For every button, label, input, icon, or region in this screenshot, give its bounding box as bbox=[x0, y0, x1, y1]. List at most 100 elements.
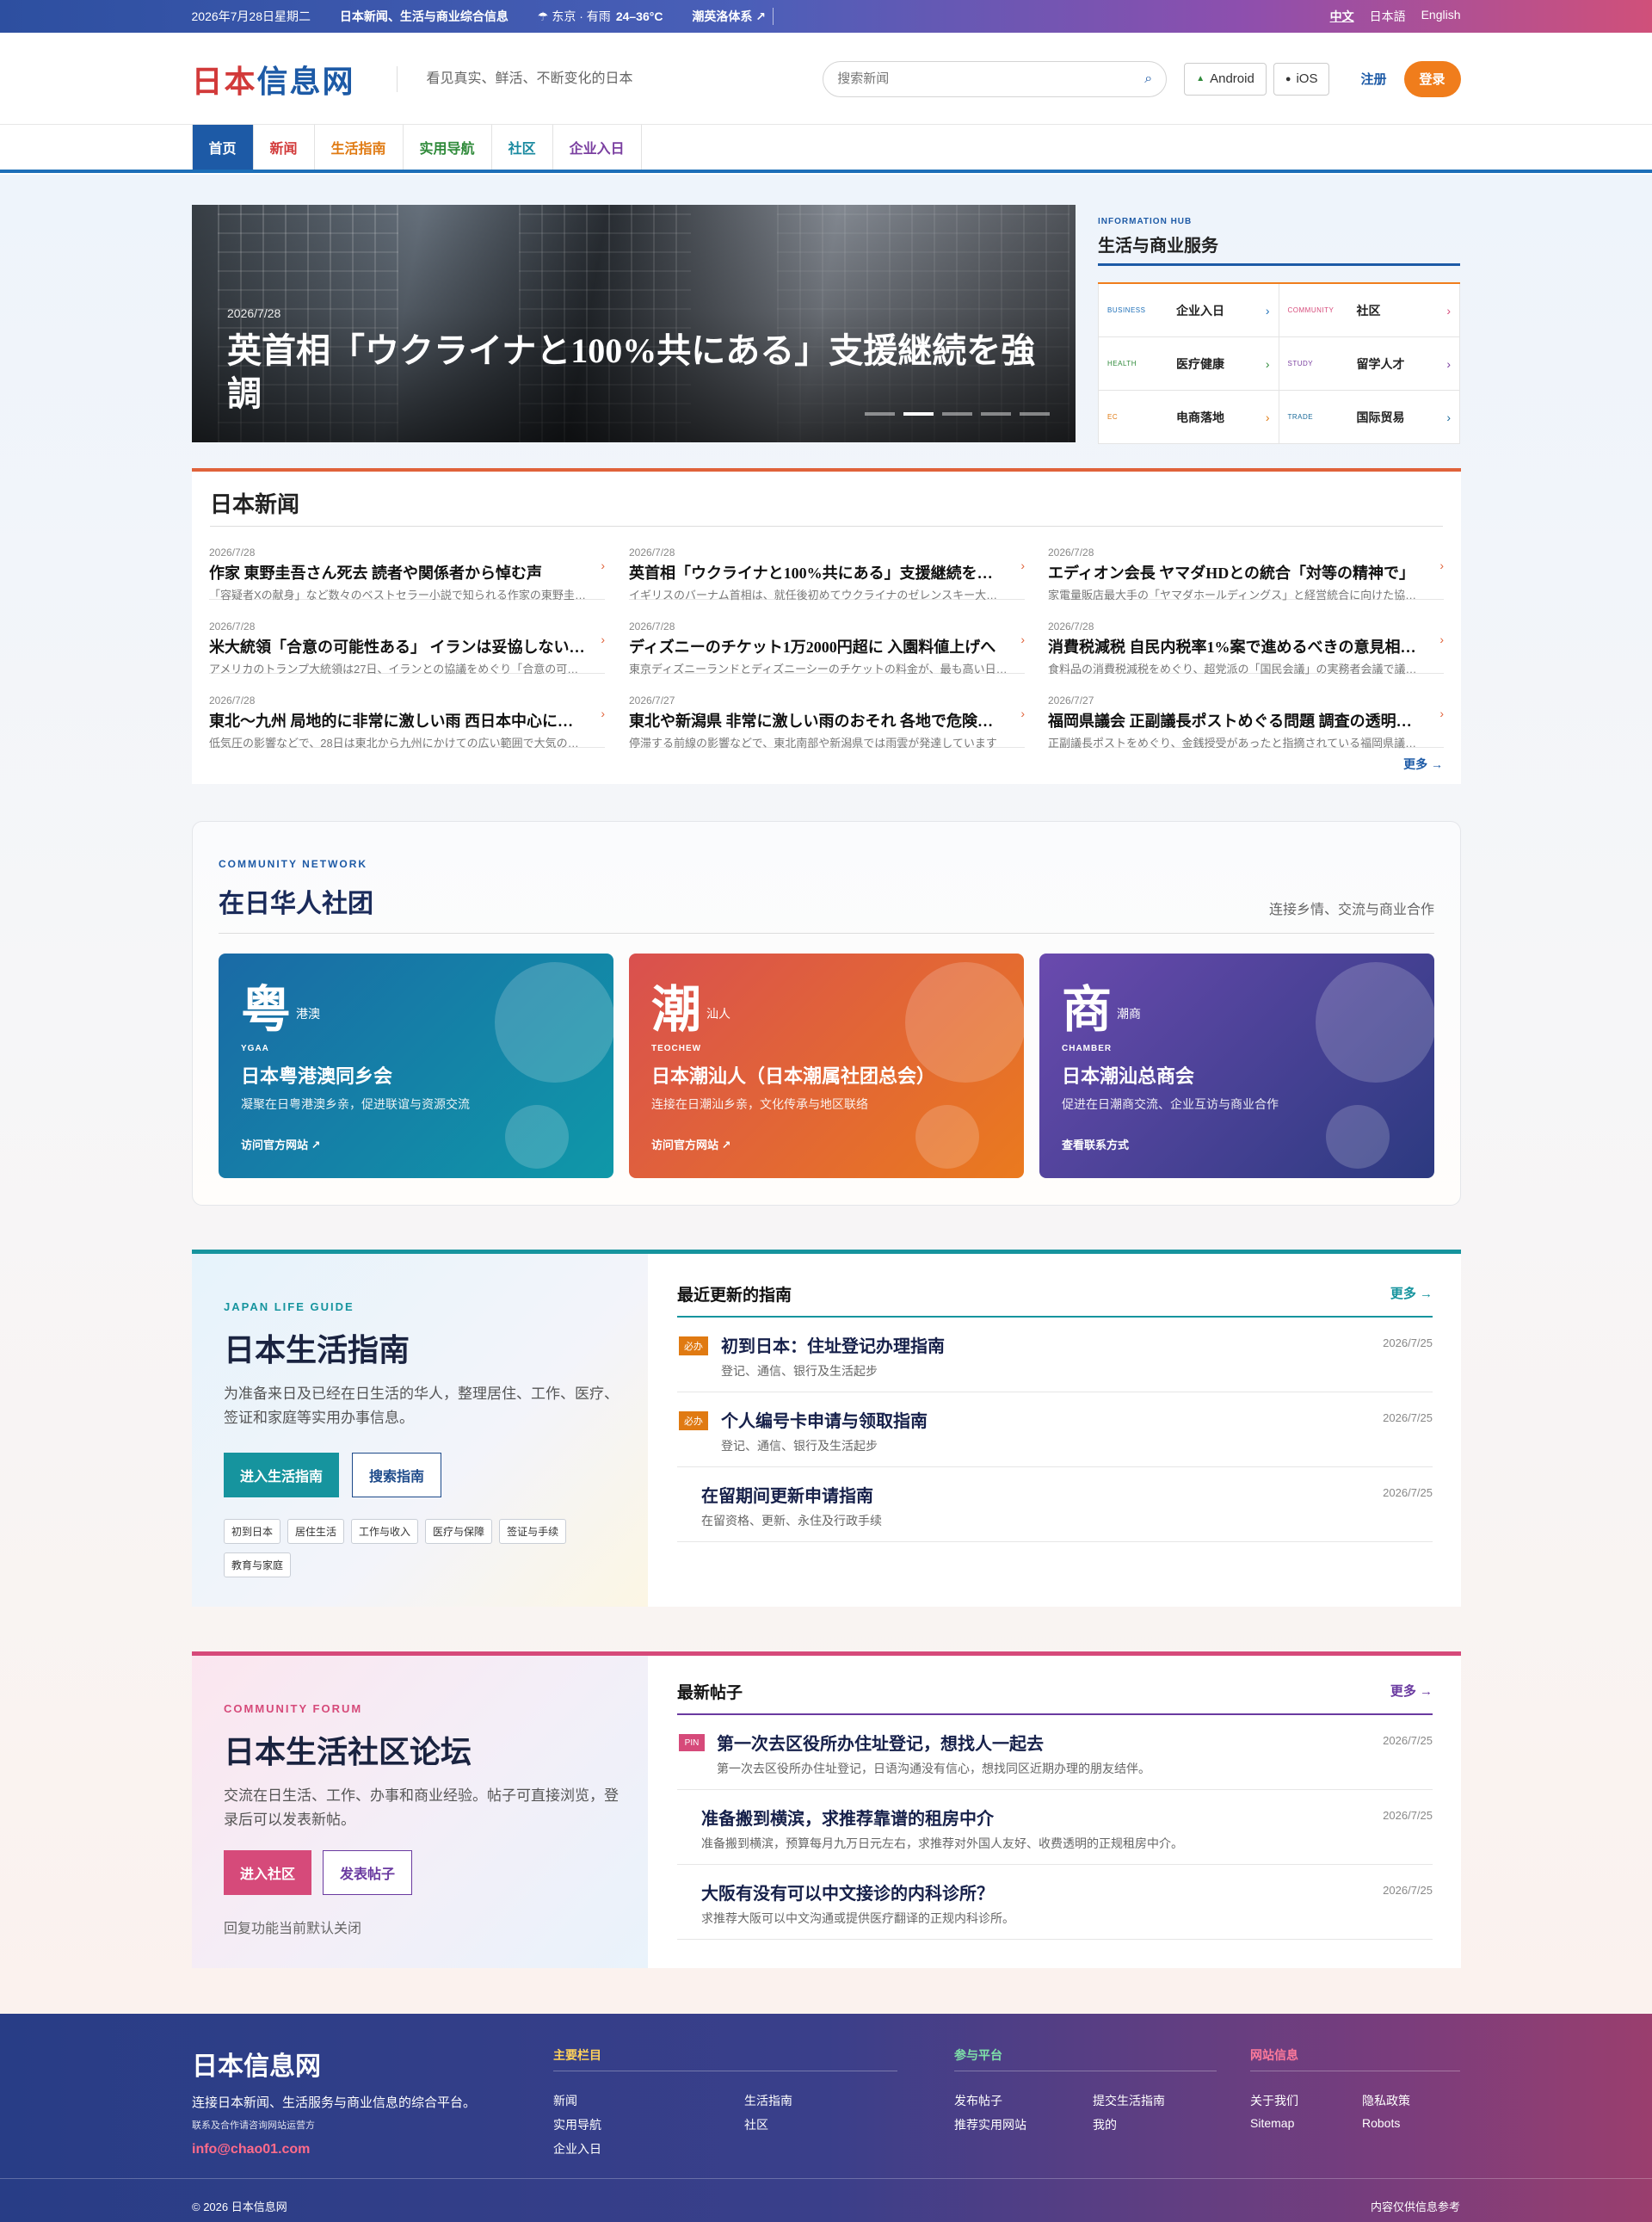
nav-tab-life-guide[interactable]: 生活指南 bbox=[315, 125, 404, 170]
nav-tab-navigation[interactable]: 实用导航 bbox=[404, 125, 492, 170]
nav-tab-business[interactable]: 企业入日 bbox=[553, 125, 642, 170]
forum-kicker: COMMUNITY FORUM bbox=[224, 1702, 363, 1715]
footer-link[interactable]: 我的 bbox=[1093, 2116, 1117, 2133]
carousel-dot[interactable] bbox=[1020, 412, 1050, 416]
search-box: ⌕ bbox=[823, 60, 1168, 97]
site-logo[interactable]: 日本信息网 bbox=[192, 57, 355, 102]
hero-title[interactable]: 英首相「ウクライナと100%共にある」支援継続を強調 bbox=[227, 330, 1045, 416]
lang-zh[interactable]: 中文 bbox=[1330, 8, 1354, 25]
hero-carousel[interactable]: 2026/7/28 英首相「ウクライナと100%共にある」支援継続を強調 bbox=[192, 205, 1076, 442]
footer-link[interactable]: Robots bbox=[1362, 2116, 1400, 2130]
news-item[interactable]: 2026/7/28 ディズニーのチケット1万2000円超に 入園料値上げへ 東京ディ… bbox=[629, 612, 1025, 676]
reply-status-note: 回复功能当前默认关闭 bbox=[224, 1922, 362, 1936]
chip-housing[interactable]: 居住生活 bbox=[287, 1519, 345, 1544]
search-input[interactable] bbox=[837, 71, 1145, 86]
footer-link[interactable]: 关于我们 bbox=[1250, 2092, 1298, 2109]
search-icon[interactable]: ⌕ bbox=[1144, 71, 1152, 87]
forum-more-link[interactable]: 更多 → bbox=[1390, 1682, 1433, 1700]
copyright: © 2026 日本信息网 bbox=[192, 2200, 287, 2213]
guide-row[interactable]: 必办 个人编号卡申请与领取指南 登记、通信、银行及生活起步 2026/7/25 bbox=[677, 1392, 1433, 1467]
news-item[interactable]: 2026/7/28 エディオン会長 ヤマダHDとの統合「対等の精神で」 家電量販店最… bbox=[1048, 538, 1444, 602]
forum-post-row[interactable]: 大阪有没有可以中文接诊的内科诊所？ 求推荐大阪可以中文沟通或提供医疗翻译的正规内… bbox=[677, 1865, 1433, 1940]
enter-community-button[interactable]: 进入社区 bbox=[224, 1850, 312, 1895]
chevron-right-icon: › bbox=[1265, 410, 1270, 424]
community-network-title: 在日华人社团 bbox=[219, 890, 373, 918]
apple-icon: ● bbox=[1285, 73, 1291, 84]
service-ec[interactable]: EC 电商落地 › bbox=[1098, 391, 1279, 444]
nav-tab-home[interactable]: 首页 bbox=[191, 125, 254, 170]
lang-en[interactable]: English bbox=[1421, 8, 1461, 25]
visit-site-link[interactable]: 访问官方网站 ↗ bbox=[651, 1136, 731, 1152]
news-item[interactable]: 2026/7/28 作家 東野圭吾さん死去 読者や関係者から悼む声 「容疑者Xの献身… bbox=[209, 538, 605, 602]
forum-post-row[interactable]: PIN 第一次去区役所办住址登记，想找人一起去 第一次去区役所办住址登记，日语沟… bbox=[677, 1715, 1433, 1790]
chip-arrival[interactable]: 初到日本 bbox=[224, 1519, 281, 1544]
chevron-right-icon: › bbox=[1020, 707, 1025, 720]
footer-description: 连接日本新闻、生活服务与商业信息的综合平台。 bbox=[192, 2095, 477, 2110]
footer-link[interactable]: 发布帖子 bbox=[954, 2092, 1002, 2109]
system-link[interactable]: 潮英洛体系 ↗ bbox=[692, 8, 774, 25]
visit-site-link[interactable]: 访问官方网站 ↗ bbox=[241, 1136, 321, 1152]
footer-link[interactable]: 企业入日 bbox=[553, 2140, 601, 2157]
lang-ja[interactable]: 日本語 bbox=[1370, 8, 1406, 25]
news-item[interactable]: 2026/7/28 東北～九州 局地的に非常に激しい雨 西日本中心に警戒 低気圧の影… bbox=[209, 686, 605, 750]
carousel-dot[interactable] bbox=[865, 412, 895, 416]
forum-post-row[interactable]: 准备搬到横滨，求推荐靠谱的租房中介 准备搬到横滨，预算每月九万日元左右，求推荐对… bbox=[677, 1790, 1433, 1865]
android-icon: ▲ bbox=[1196, 74, 1205, 83]
decor-circle bbox=[915, 1105, 979, 1169]
guide-more-link[interactable]: 更多 → bbox=[1390, 1284, 1433, 1302]
news-item[interactable]: 2026/7/28 英首相「ウクライナと100%共にある」支援継続を強調 イギリスの… bbox=[629, 538, 1025, 602]
register-link[interactable]: 注册 bbox=[1360, 70, 1386, 88]
footer-logo[interactable]: 日本信息网 bbox=[192, 2045, 476, 2083]
chevron-right-icon: › bbox=[601, 707, 605, 720]
community-card-teochew[interactable]: 潮 汕人 TEOCHEW 日本潮汕人（日本潮属社团总会） 连接在日潮汕乡亲，文化… bbox=[629, 954, 1024, 1178]
footer-brand: 日本信息网 连接日本新闻、生活服务与商业信息的综合平台。 联系及合作请咨询网站运… bbox=[192, 2045, 476, 2157]
service-health[interactable]: HEALTH 医疗健康 › bbox=[1098, 337, 1279, 391]
footer-col-site-info: 网站信息 关于我们 隐私政策 Sitemap Robots bbox=[1250, 2046, 1460, 2130]
search-guide-button[interactable]: 搜索指南 bbox=[352, 1453, 442, 1497]
footer-link[interactable]: 实用导航 bbox=[553, 2116, 601, 2133]
contact-link[interactable]: 查看联系方式 bbox=[1062, 1136, 1129, 1152]
must-do-badge: 必办 bbox=[679, 1336, 708, 1355]
chip-education[interactable]: 教育与家庭 bbox=[224, 1552, 292, 1577]
service-study[interactable]: STUDY 留学人才 › bbox=[1279, 337, 1460, 391]
guide-row[interactable]: 必办 初到日本：住址登记办理指南 登记、通信、银行及生活起步 2026/7/25 bbox=[677, 1318, 1433, 1392]
news-item[interactable]: 2026/7/28 消費税減税 自民内税率1%案で進めるべきの意見相次ぐ 食料品の消… bbox=[1048, 612, 1444, 676]
news-item[interactable]: 2026/7/28 米大統領「合意の可能性ある」 イランは妥協しない構え アメリカの… bbox=[209, 612, 605, 676]
chip-visa[interactable]: 签证与手续 bbox=[499, 1519, 567, 1544]
footer-link[interactable]: 提交生活指南 bbox=[1093, 2092, 1165, 2109]
footer-link[interactable]: 隐私政策 bbox=[1362, 2092, 1410, 2109]
news-more-link[interactable]: 更多 → bbox=[1403, 756, 1443, 773]
login-button[interactable]: 登录 bbox=[1403, 60, 1461, 97]
footer-link[interactable]: 社区 bbox=[744, 2116, 768, 2133]
guide-list-title: 最近更新的指南 bbox=[677, 1287, 792, 1305]
service-community[interactable]: COMMUNITY 社区 › bbox=[1279, 284, 1460, 337]
guide-row[interactable]: 在留期间更新申请指南 在留资格、更新、永住及行政手续 2026/7/25 bbox=[677, 1467, 1433, 1542]
footer-link[interactable]: 生活指南 bbox=[744, 2092, 792, 2109]
footer-link[interactable]: Sitemap bbox=[1250, 2116, 1294, 2130]
new-post-button[interactable]: 发表帖子 bbox=[323, 1850, 413, 1895]
community-card-chamber[interactable]: 商 潮商 CHAMBER 日本潮汕总商会 促进在日潮商交流、企业互访与商业合作 … bbox=[1039, 954, 1434, 1178]
android-app-button[interactable]: ▲ Android bbox=[1184, 62, 1267, 96]
services-grid: BUSINESS 企业入日 › COMMUNITY 社区 › HEALTH 医疗健康 › S… bbox=[1098, 282, 1460, 444]
life-guide-desc: 为准备来日及已经在日生活的华人，整理居住、工作、医疗、签证和家庭等实用办事信息。 bbox=[224, 1386, 619, 1426]
pinned-badge: PIN bbox=[679, 1734, 705, 1751]
chevron-right-icon: › bbox=[1446, 356, 1451, 371]
nav-tab-news[interactable]: 新闻 bbox=[254, 125, 315, 170]
services-panel: INFORMATION HUB 生活与商业服务 BUSINESS 企业入日 › CO… bbox=[1098, 217, 1460, 444]
carousel-dot[interactable] bbox=[981, 412, 1011, 416]
service-business[interactable]: BUSINESS 企业入日 › bbox=[1098, 284, 1279, 337]
news-item[interactable]: 2026/7/27 福岡県議会 正副議長ポストめぐる問題 調査の透明性求める 正副議… bbox=[1048, 686, 1444, 750]
footer-email-link[interactable]: info@chao01.com bbox=[192, 2142, 476, 2157]
footer-link[interactable]: 推荐实用网站 bbox=[954, 2116, 1026, 2133]
footer-link[interactable]: 新闻 bbox=[553, 2092, 577, 2109]
nav-tab-community[interactable]: 社区 bbox=[492, 125, 553, 170]
news-item[interactable]: 2026/7/27 東北や新潟県 非常に激しい雨のおそれ 各地で危険な暑さ 停滞する… bbox=[629, 686, 1025, 750]
chip-medical[interactable]: 医疗与保障 bbox=[425, 1519, 493, 1544]
carousel-dot-active[interactable] bbox=[903, 412, 934, 416]
enter-guide-button[interactable]: 进入生活指南 bbox=[224, 1453, 340, 1497]
carousel-dot[interactable] bbox=[942, 412, 972, 416]
chip-work[interactable]: 工作与收入 bbox=[351, 1519, 419, 1544]
ios-app-button[interactable]: ● iOS bbox=[1273, 62, 1330, 96]
service-trade[interactable]: TRADE 国际贸易 › bbox=[1279, 391, 1460, 444]
community-card-ygaa[interactable]: 粤 港澳 YGAA 日本粤港澳同乡会 凝聚在日粤港澳乡亲，促进联谊与资源交流 访… bbox=[219, 954, 613, 1178]
